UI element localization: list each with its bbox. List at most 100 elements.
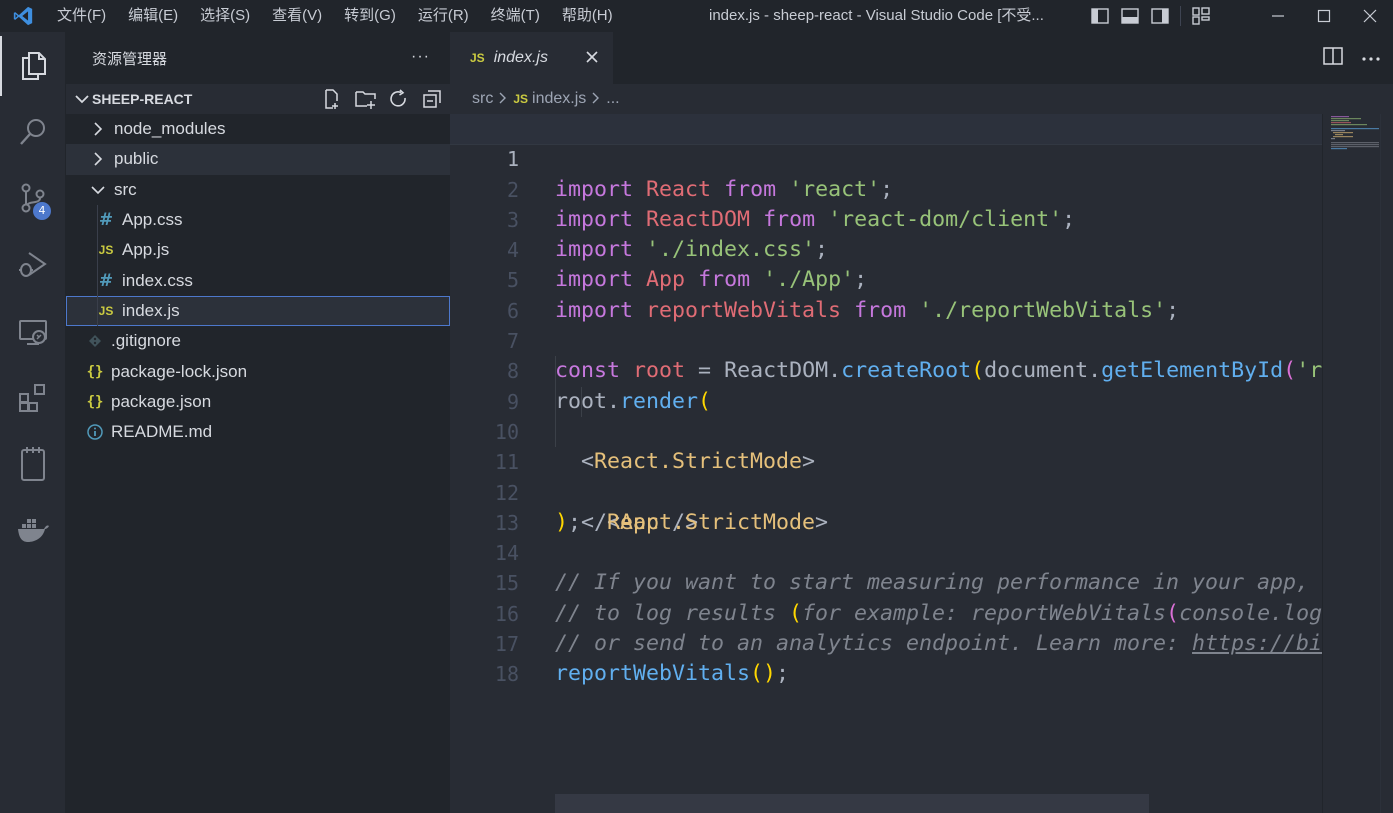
project-section-header[interactable]: SHEEP-REACT (66, 84, 450, 114)
code-line: 8 root.render( (450, 326, 1322, 413)
tree-file-readme[interactable]: README.md (66, 417, 450, 447)
indent-guide (97, 295, 98, 327)
horizontal-scrollbar[interactable] (555, 794, 1149, 813)
source-control-icon[interactable]: 4 (0, 168, 66, 228)
tree-item-label: .gitignore (111, 331, 181, 351)
tree-item-label: README.md (111, 422, 213, 442)
menu-go[interactable]: 转到(G) (333, 0, 407, 32)
menu-terminal[interactable]: 终端(T) (480, 0, 551, 32)
tree-folder-src[interactable]: src (66, 175, 450, 205)
new-file-icon[interactable] (321, 87, 345, 111)
code-line: 3 import './index.css'; (450, 175, 1322, 262)
toggle-secondary-sidebar-icon[interactable] (1150, 7, 1170, 25)
menu-selection[interactable]: 选择(S) (189, 0, 261, 32)
more-actions-icon[interactable]: ··· (411, 48, 430, 66)
window-controls (1255, 0, 1393, 32)
minimap[interactable] (1322, 114, 1380, 813)
notebook-icon[interactable] (0, 434, 66, 494)
code-line: 16 // or send to an analytics endpoint. … (450, 569, 1322, 656)
tree-item-label: src (114, 179, 137, 199)
code-line: 14 // If you want to start measuring per… (450, 508, 1322, 595)
tree-file-gitignore[interactable]: .gitignore (66, 326, 450, 356)
maximize-icon[interactable] (1301, 0, 1347, 32)
vertical-scrollbar[interactable] (1380, 114, 1393, 813)
explorer-title: 资源管理器 (92, 50, 168, 68)
indent-guide (97, 235, 98, 266)
docker-icon[interactable] (0, 500, 66, 560)
menu-help[interactable]: 帮助(H) (551, 0, 624, 32)
code-line: 17 reportWebVitals(); (450, 599, 1322, 686)
js-file-icon: JS (470, 51, 485, 65)
close-tab-icon[interactable] (582, 47, 602, 67)
tree-file-app-css[interactable]: # App.css (66, 204, 450, 236)
title-bar: 文件(F) 编辑(E) 选择(S) 查看(V) 转到(G) 运行(R) 终端(T… (0, 0, 1393, 32)
breadcrumb: src JS index.js ... (450, 84, 1393, 114)
tree-item-label: index.js (122, 300, 180, 320)
refresh-icon[interactable] (387, 87, 411, 111)
remote-explorer-icon[interactable] (0, 302, 66, 362)
toggle-panel-icon[interactable] (1120, 7, 1140, 25)
customize-layout-icon[interactable] (1191, 7, 1211, 25)
js-file-icon: JS (98, 303, 114, 318)
tree-file-index-js[interactable]: JS index.js (66, 295, 450, 327)
js-file-icon: JS (98, 243, 114, 258)
menu-bar: 文件(F) 编辑(E) 选择(S) 查看(V) 转到(G) 运行(R) 终端(T… (46, 0, 624, 32)
breadcrumb-ellipsis[interactable]: ... (606, 90, 619, 108)
more-actions-icon[interactable] (1361, 49, 1381, 67)
close-window-icon[interactable] (1347, 0, 1393, 32)
menu-run[interactable]: 运行(R) (407, 0, 480, 32)
code-line: 13 (450, 478, 1322, 535)
tree-folder-public[interactable]: public (66, 144, 450, 175)
code-editor[interactable]: 1 import React from 'react'; 2 import Re… (450, 114, 1322, 813)
layout-controls (1090, 0, 1211, 32)
code-line: 1 import React from 'react'; (450, 114, 1322, 202)
css-file-icon: # (98, 210, 114, 231)
chevron-right-icon (88, 122, 108, 136)
git-file-icon (85, 334, 105, 348)
explorer-icon[interactable] (0, 36, 66, 96)
new-folder-icon[interactable] (354, 87, 378, 111)
toggle-primary-sidebar-icon[interactable] (1090, 7, 1110, 25)
tree-file-package-json[interactable]: {} package.json (66, 387, 450, 417)
window-title: index.js - sheep-react - Visual Studio C… (709, 7, 1044, 24)
tree-file-app-js[interactable]: JS App.js (66, 235, 450, 266)
search-icon[interactable] (0, 102, 66, 162)
project-name: SHEEP-REACT (92, 91, 193, 107)
tree-folder-node-modules[interactable]: node_modules (66, 114, 450, 144)
json-file-icon: {} (86, 393, 104, 410)
divider (1180, 6, 1181, 26)
breadcrumb-folder[interactable]: src (472, 90, 493, 108)
menu-view[interactable]: 查看(V) (261, 0, 333, 32)
chevron-down-icon (66, 94, 92, 104)
line-number: 18 (494, 662, 519, 687)
json-file-icon: {} (86, 363, 104, 380)
code-line: 5 import reportWebVitals from './reportW… (450, 235, 1322, 322)
split-editor-icon[interactable] (1323, 46, 1343, 70)
tree-item-label: App.js (122, 240, 170, 260)
tree-file-index-css[interactable]: # index.css (66, 265, 450, 296)
js-file-icon: JS (513, 92, 529, 106)
explorer-sidebar: 资源管理器 ··· SHEEP-REACT node_modules publi… (66, 32, 450, 813)
tree-item-label: package-lock.json (111, 361, 248, 381)
breadcrumb-file[interactable]: JS index.js (513, 90, 586, 108)
extensions-icon[interactable] (0, 368, 66, 428)
tab-label: index.js (493, 49, 548, 66)
code-line: 2 import ReactDOM from 'react-dom/client… (450, 144, 1322, 232)
tree-item-label: App.css (122, 210, 183, 230)
explorer-header: 资源管理器 ··· (66, 32, 450, 84)
tree-file-package-lock-json[interactable]: {} package-lock.json (66, 356, 450, 386)
collapse-all-icon[interactable] (420, 87, 444, 111)
tree-item-label: package.json (111, 391, 212, 411)
tab-index-js[interactable]: JS index.js (450, 32, 613, 84)
code-line: 18 (450, 629, 1322, 686)
vscode-logo-icon (0, 0, 46, 32)
run-debug-icon[interactable] (0, 234, 66, 294)
menu-edit[interactable]: 编辑(E) (117, 0, 189, 32)
code-line: 10 <App /> (450, 386, 1322, 535)
minimize-icon[interactable] (1255, 0, 1301, 32)
menu-file[interactable]: 文件(F) (46, 0, 117, 32)
scm-badge: 4 (33, 202, 51, 220)
tree-item-label: node_modules (114, 119, 226, 139)
code-line: 11 </React.StrictMode> (450, 417, 1322, 535)
code-line: 4 import App from './App'; (450, 205, 1322, 292)
